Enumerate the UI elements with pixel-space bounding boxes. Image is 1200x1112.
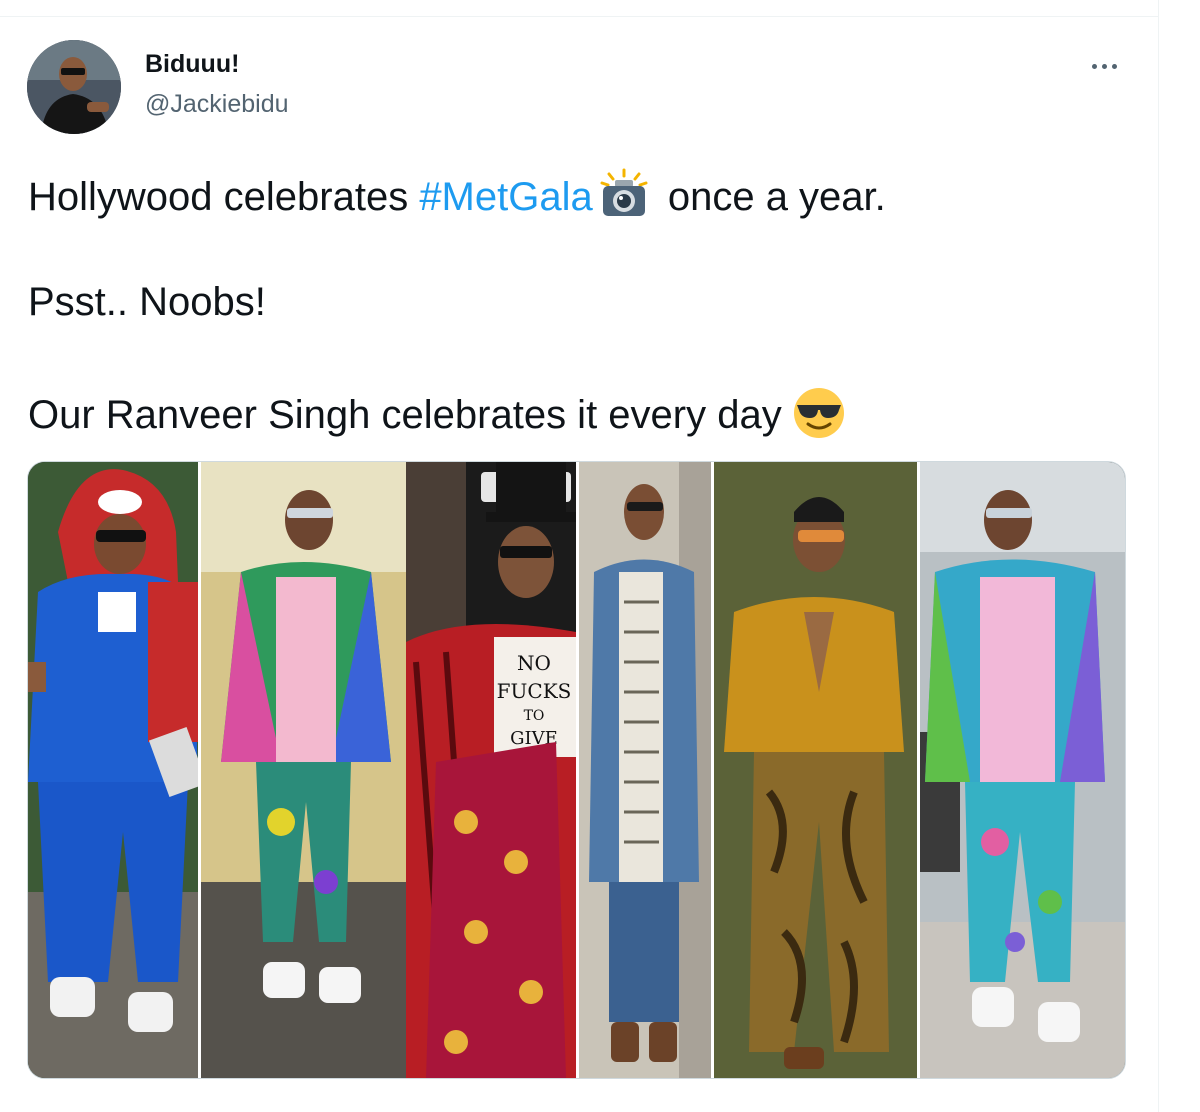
author-name[interactable]: Biduuu! <box>145 50 239 79</box>
tweet-text-line-1: Hollywood celebrates #MetGala once a yea… <box>28 168 886 221</box>
smiling-face-with-sunglasses-emoji-icon <box>793 388 844 438</box>
tweet-text-line-3-text: Our Ranveer Singh celebrates it every da… <box>28 393 782 437</box>
photo-panel-3: NO FUCKS TO GIVE <box>406 462 576 1078</box>
author-handle[interactable]: @Jackiebidu <box>145 90 289 119</box>
tweet-text-end: once a year. <box>656 175 886 219</box>
photo-panel-6 <box>920 462 1125 1078</box>
tweet-text-line-2: Psst.. Noobs! <box>28 280 266 324</box>
more-horizontal-icon-dot <box>1101 63 1107 69</box>
photo-panel-5 <box>714 462 917 1078</box>
tweet-text-start: Hollywood celebrates <box>28 175 420 219</box>
tweet-text-line-3: Our Ranveer Singh celebrates it every da… <box>28 386 846 440</box>
avatar[interactable] <box>27 40 121 134</box>
tweet: Biduuu! @Jackiebidu Hollywood celebrates… <box>0 0 1158 1112</box>
tweet-media-collage[interactable]: NO FUCKS TO GIVE <box>27 461 1126 1079</box>
photo-panel-2 <box>201 462 406 1078</box>
more-horizontal-icon <box>1091 63 1097 69</box>
shirt-text-no: NO <box>517 651 551 675</box>
shirt-text-fucks: FUCKS <box>497 679 572 703</box>
photo-panel-1 <box>28 462 198 1078</box>
photo-panel-4 <box>579 462 711 1078</box>
shirt-text-to: TO <box>524 708 545 724</box>
hashtag-link[interactable]: #MetGala <box>419 175 592 219</box>
more-horizontal-icon-dot <box>1111 63 1117 69</box>
right-divider <box>1158 0 1159 1112</box>
camera-flash-emoji-icon <box>600 168 648 216</box>
more-options-button[interactable] <box>1082 50 1126 82</box>
